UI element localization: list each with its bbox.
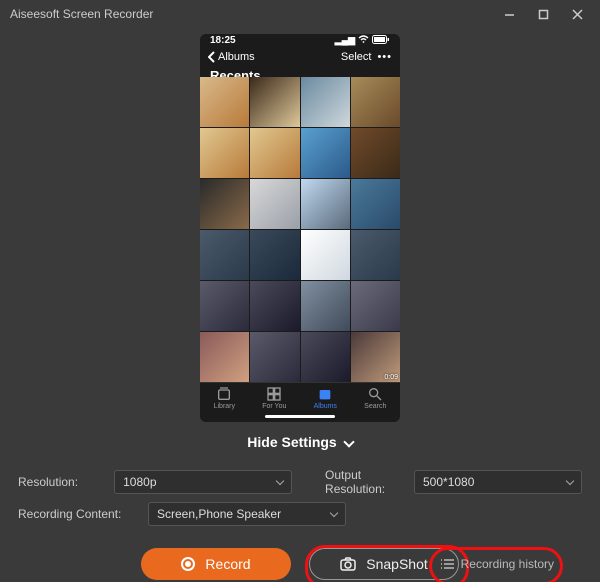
snapshot-label: SnapShot	[366, 556, 428, 572]
tab-library[interactable]: Library	[214, 386, 235, 410]
record-label: Record	[205, 556, 250, 572]
phone-tabbar: Library For You Albums Search	[200, 382, 400, 413]
photo-thumb[interactable]	[250, 179, 299, 229]
photo-thumb[interactable]	[351, 77, 400, 127]
photo-thumb[interactable]	[200, 230, 249, 280]
button-row: Record SnapShot Recording history	[18, 544, 582, 582]
photo-thumb[interactable]	[351, 230, 400, 280]
tab-label: Search	[364, 403, 386, 410]
tab-search[interactable]: Search	[364, 386, 386, 410]
tab-label: Albums	[314, 403, 337, 410]
back-button[interactable]: Albums	[208, 51, 255, 63]
photo-thumb[interactable]	[351, 281, 400, 331]
photo-thumb[interactable]	[250, 77, 299, 127]
output-resolution-label: Output Resolution:	[325, 468, 404, 496]
chevron-down-icon	[343, 436, 354, 447]
tab-albums[interactable]: Albums	[314, 386, 337, 410]
close-icon	[572, 9, 583, 20]
photo-thumb[interactable]	[301, 332, 350, 382]
photo-thumb[interactable]	[200, 281, 249, 331]
status-time: 18:25	[210, 35, 236, 46]
photo-thumb[interactable]: 0:09	[351, 332, 400, 382]
maximize-button[interactable]	[526, 0, 560, 28]
recording-content-label: Recording Content:	[18, 507, 138, 521]
preview-area: 18:25 ▂▄▆ Albums Select	[0, 28, 600, 422]
home-indicator	[265, 415, 335, 418]
phone-nav: Albums Select ••• Recents	[200, 46, 400, 67]
window-title: Aiseesoft Screen Recorder	[10, 7, 153, 21]
photo-thumb[interactable]	[200, 179, 249, 229]
recording-history-button[interactable]: Recording history	[433, 550, 562, 578]
tab-label: Library	[214, 403, 235, 410]
record-icon	[181, 557, 195, 571]
photo-thumb[interactable]	[250, 230, 299, 280]
photo-grid: 0:09	[200, 67, 400, 382]
status-icons: ▂▄▆	[335, 35, 390, 46]
resolution-label: Resolution:	[18, 475, 104, 489]
photo-thumb[interactable]	[301, 230, 350, 280]
recording-content-value: Screen,Phone Speaker	[157, 507, 281, 521]
albums-icon	[317, 386, 333, 402]
photo-thumb[interactable]	[250, 332, 299, 382]
minimize-button[interactable]	[492, 0, 526, 28]
wifi-icon	[358, 35, 369, 46]
record-button[interactable]: Record	[141, 548, 291, 580]
settings-panel: Resolution: 1080p Output Resolution: 500…	[0, 462, 600, 582]
photo-thumb[interactable]	[250, 281, 299, 331]
app-window: Aiseesoft Screen Recorder 18:25 ▂▄▆	[0, 0, 600, 582]
chevron-down-icon	[330, 508, 338, 516]
minimize-icon	[504, 9, 515, 20]
chevron-down-icon	[276, 476, 284, 484]
more-button[interactable]: •••	[377, 51, 392, 63]
resolution-value: 1080p	[123, 475, 156, 489]
photo-thumb[interactable]	[301, 179, 350, 229]
photo-thumb[interactable]	[200, 77, 249, 127]
video-duration: 0:09	[384, 374, 398, 381]
recording-content-select[interactable]: Screen,Phone Speaker	[148, 502, 346, 526]
signal-icon: ▂▄▆	[335, 35, 355, 46]
library-icon	[216, 386, 232, 402]
tab-foryou[interactable]: For You	[262, 386, 286, 410]
phone-status-bar: 18:25 ▂▄▆	[200, 34, 400, 46]
output-resolution-value: 500*1080	[423, 475, 474, 489]
tab-label: For You	[262, 403, 286, 410]
close-button[interactable]	[560, 0, 594, 28]
phone-preview: 18:25 ▂▄▆ Albums Select	[200, 34, 400, 422]
camera-icon	[340, 557, 356, 571]
search-icon	[367, 386, 383, 402]
chevron-left-icon	[208, 51, 216, 63]
photo-thumb[interactable]	[250, 128, 299, 178]
photo-thumb[interactable]	[301, 128, 350, 178]
photo-thumb[interactable]	[301, 281, 350, 331]
hide-settings-label: Hide Settings	[247, 434, 336, 450]
titlebar: Aiseesoft Screen Recorder	[0, 0, 600, 28]
list-icon	[441, 558, 455, 570]
photo-thumb[interactable]	[351, 179, 400, 229]
photo-thumb[interactable]	[200, 128, 249, 178]
resolution-select[interactable]: 1080p	[114, 470, 292, 494]
hide-settings-toggle[interactable]: Hide Settings	[0, 422, 600, 462]
history-label: Recording history	[461, 557, 554, 571]
battery-icon	[372, 35, 390, 46]
photo-thumb[interactable]	[301, 77, 350, 127]
select-button[interactable]: Select	[341, 51, 372, 63]
back-label: Albums	[218, 51, 255, 63]
maximize-icon	[538, 9, 549, 20]
output-resolution-select[interactable]: 500*1080	[414, 470, 582, 494]
foryou-icon	[266, 386, 282, 402]
photo-thumb[interactable]	[200, 332, 249, 382]
chevron-down-icon	[566, 476, 574, 484]
photo-thumb[interactable]	[351, 128, 400, 178]
